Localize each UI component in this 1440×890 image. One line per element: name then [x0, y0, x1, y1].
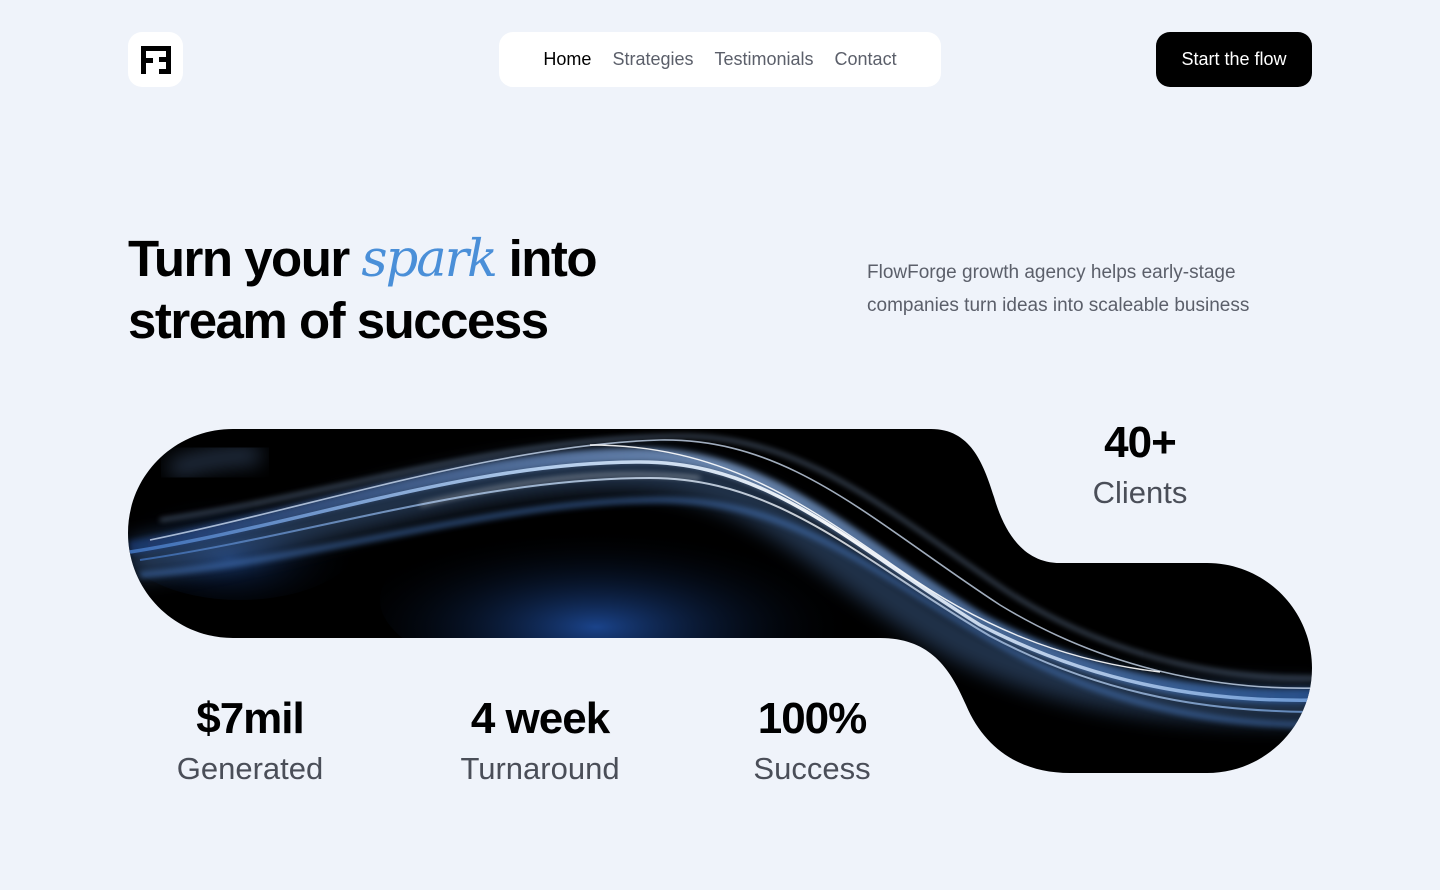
headline-accent-word: spark	[361, 230, 498, 289]
stat-clients-value: 40+	[1104, 418, 1177, 467]
nav-item-contact[interactable]: Contact	[835, 49, 897, 70]
stat-clients: 40+ Clients	[1060, 418, 1220, 512]
hero-description: FlowForge growth agency helps early-stag…	[867, 262, 1250, 316]
headline-text-end: into	[495, 230, 598, 287]
stat-generated: $7mil Generated	[150, 694, 350, 788]
stat-turnaround-label: Turnaround	[460, 751, 620, 786]
stat-success-value: 100%	[757, 694, 868, 743]
headline-text-start: Turn your	[128, 230, 362, 287]
headline-line-two: stream of success	[128, 292, 549, 349]
nav-item-strategies[interactable]: Strategies	[612, 49, 693, 70]
brand-logo[interactable]	[128, 32, 183, 87]
nav-item-home[interactable]: Home	[543, 49, 591, 70]
stat-generated-value: $7mil	[196, 694, 305, 743]
stat-clients-label: Clients	[1092, 475, 1188, 510]
stat-generated-label: Generated	[176, 751, 324, 786]
start-the-flow-button[interactable]: Start the flow	[1156, 32, 1312, 87]
stat-turnaround: 4 week Turnaround	[440, 694, 640, 788]
main-nav: Home Strategies Testimonials Contact	[499, 32, 941, 87]
stat-success: 100% Success	[712, 694, 912, 788]
stat-turnaround-value: 4 week	[470, 694, 610, 743]
nav-item-testimonials[interactable]: Testimonials	[714, 49, 813, 70]
hero-headline: Turn your spark into stream of success	[128, 228, 598, 351]
ff-monogram-icon	[140, 45, 171, 74]
stat-success-label: Success	[753, 751, 871, 786]
